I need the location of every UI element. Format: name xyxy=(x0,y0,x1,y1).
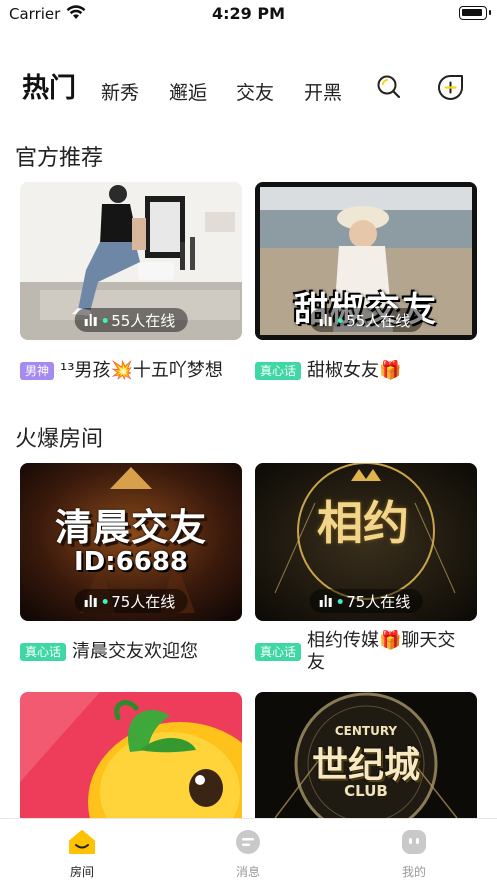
room-card[interactable] xyxy=(20,692,242,818)
profile-icon xyxy=(400,829,428,859)
room-tag-badge: 男神 xyxy=(20,362,55,380)
online-dot-icon xyxy=(102,598,108,604)
signal-bars-icon xyxy=(319,314,332,326)
online-dot-icon xyxy=(337,317,343,323)
add-room-icon[interactable] xyxy=(437,74,464,105)
tab-newcomer[interactable]: 新秀 xyxy=(101,78,139,105)
signal-bars-icon xyxy=(319,595,332,607)
room-caption[interactable]: 男神 ¹³男孩💥十五吖梦想 xyxy=(20,360,242,382)
cover-title-text: 清晨交友 xyxy=(55,506,207,549)
room-title: 甜椒女友🎁 xyxy=(307,360,402,381)
tab-hot[interactable]: 热门 xyxy=(22,66,76,105)
nav-rooms[interactable]: 房间 xyxy=(52,829,112,880)
section-title-hot: 火爆房间 xyxy=(15,427,104,452)
tab-encounter[interactable]: 邂逅 xyxy=(169,78,207,105)
tab-label: 邂逅 xyxy=(169,82,208,104)
room-caption[interactable]: 真心话 清晨交友欢迎您 xyxy=(20,641,242,663)
status-bar: Carrier 4:29 PM xyxy=(0,0,497,30)
cover-subtitle-text: CLUB xyxy=(344,782,388,800)
room-tag-badge: 真心话 xyxy=(255,362,302,380)
cover-title-text: 世纪城 xyxy=(311,745,420,786)
online-dot-icon xyxy=(102,317,108,323)
online-count: 55人在线 xyxy=(111,311,176,330)
nav-label: 我的 xyxy=(401,865,426,879)
online-count: 75人在线 xyxy=(346,592,411,611)
room-card[interactable]: CENTURY 世纪城 CLUB xyxy=(255,692,477,818)
room-card[interactable]: 相约 75人在线 xyxy=(255,463,477,621)
nav-messages[interactable]: 消息 xyxy=(218,829,278,880)
room-cover-image xyxy=(20,692,242,818)
bottom-tab-bar: 房间 消息 我的 xyxy=(0,818,497,883)
signal-bars-icon xyxy=(84,595,97,607)
room-tag-badge: 真心话 xyxy=(20,643,67,661)
online-count: 75人在线 xyxy=(111,592,176,611)
battery-icon xyxy=(459,6,491,20)
room-caption[interactable]: 真心话 相约传媒🎁聊天交友 xyxy=(255,630,460,674)
room-card[interactable]: 清晨交友 ID:6688 75人在线 xyxy=(20,463,242,621)
tab-label: 交友 xyxy=(236,82,275,104)
room-tag-badge: 真心话 xyxy=(255,643,302,661)
tab-gaming[interactable]: 开黑 xyxy=(304,78,342,105)
nav-label: 房间 xyxy=(69,865,94,879)
home-icon xyxy=(68,829,96,859)
room-card[interactable]: 55人在线 xyxy=(20,182,242,340)
message-icon xyxy=(234,829,262,859)
tab-label: 开黑 xyxy=(304,82,343,104)
clock: 4:29 PM xyxy=(211,4,285,23)
room-title: ¹³男孩💥十五吖梦想 xyxy=(60,360,223,381)
nav-label: 消息 xyxy=(235,865,260,879)
signal-bars-icon xyxy=(84,314,97,326)
online-dot-icon xyxy=(337,598,343,604)
category-tabs: 热门 新秀 邂逅 交友 开黑 xyxy=(0,62,497,106)
tab-label: 新秀 xyxy=(101,82,140,104)
online-count-pill: 55人在线 xyxy=(309,308,423,332)
tab-label: 热门 xyxy=(22,73,76,104)
room-title: 相约传媒🎁聊天交友 xyxy=(307,630,456,673)
online-count-pill: 55人在线 xyxy=(74,308,188,332)
online-count-pill: 75人在线 xyxy=(309,589,423,613)
section-title-official: 官方推荐 xyxy=(15,146,104,171)
cover-subtitle-text: ID:6688 xyxy=(73,547,189,577)
nav-profile[interactable]: 我的 xyxy=(384,829,444,880)
tab-friends[interactable]: 交友 xyxy=(236,78,274,105)
room-title: 清晨交友欢迎您 xyxy=(72,641,199,662)
online-count: 55人在线 xyxy=(346,311,411,330)
room-card[interactable]: 甜椒交友 55人在线 xyxy=(255,182,477,340)
search-icon[interactable] xyxy=(376,74,402,104)
room-caption[interactable]: 真心话 甜椒女友🎁 xyxy=(255,360,477,382)
cover-title-text: 相约 xyxy=(317,496,409,550)
online-count-pill: 75人在线 xyxy=(74,589,188,613)
